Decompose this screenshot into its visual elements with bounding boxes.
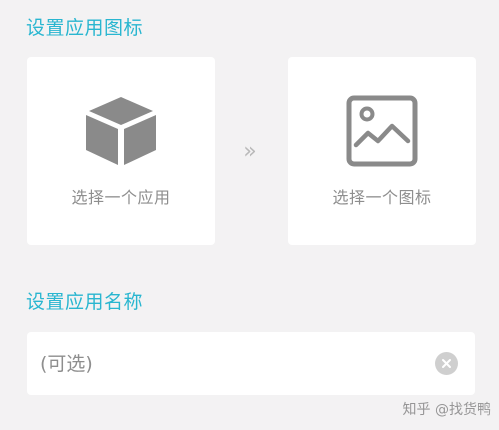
select-app-card[interactable]: 选择一个应用 [27,57,215,245]
app-name-input[interactable] [40,332,420,395]
double-chevron-right-icon: » [243,139,257,164]
section-title-icon: 设置应用图标 [26,17,144,39]
watermark: 知乎 @找货鸭 [402,402,491,418]
image-icon [346,95,418,167]
select-icon-label: 选择一个图标 [332,188,432,207]
section-title-name: 设置应用名称 [26,291,144,313]
select-app-label: 选择一个应用 [71,188,171,207]
app-name-field [27,332,475,395]
clear-icon [442,359,451,368]
cube-icon [86,97,156,165]
select-icon-card[interactable]: 选择一个图标 [288,57,476,245]
clear-button[interactable] [435,352,458,375]
